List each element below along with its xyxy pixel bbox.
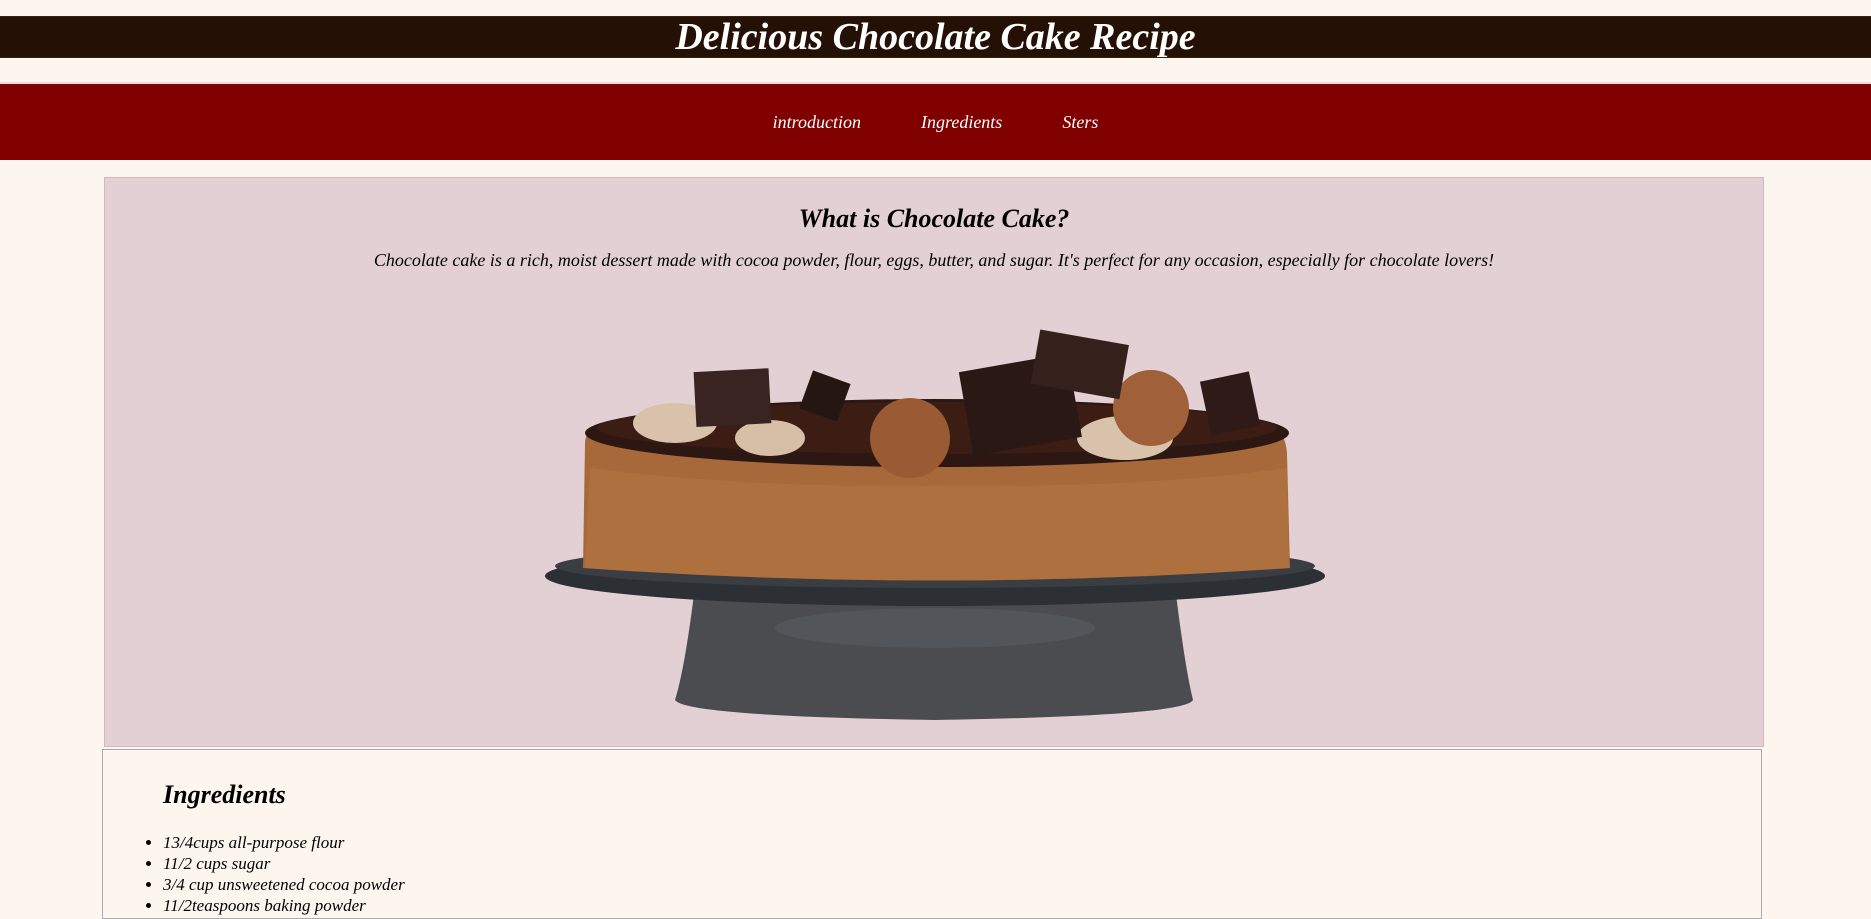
- truffle-center: [870, 398, 950, 478]
- nav-link-steps[interactable]: Sters: [1062, 112, 1098, 133]
- main-nav: introduction Ingredients Sters: [0, 82, 1871, 160]
- ingredients-section: Ingredients 13/4cups all-purpose flour 1…: [102, 749, 1762, 919]
- list-item: 11/2teaspoons baking powder: [163, 895, 405, 916]
- nav-link-introduction[interactable]: introduction: [773, 112, 861, 133]
- intro-text: Chocolate cake is a rich, moist dessert …: [373, 250, 1495, 270]
- ingredients-list: 13/4cups all-purpose flour 11/2 cups sug…: [163, 832, 405, 916]
- intro-section: What is Chocolate Cake? Chocolate cake i…: [104, 177, 1764, 747]
- list-item: 11/2 cups sugar: [163, 853, 405, 874]
- ingredients-heading: Ingredients: [163, 780, 286, 809]
- list-item: 3/4 cup unsweetened cocoa powder: [163, 874, 405, 895]
- chocolate-cake-image: [545, 329, 1325, 720]
- intro-heading: What is Chocolate Cake?: [798, 204, 1070, 233]
- cake-stand-base-highlight: [775, 608, 1095, 648]
- title-banner: Delicious Chocolate Cake Recipe: [0, 16, 1871, 58]
- chocolate-chunk-left: [693, 368, 772, 428]
- nav-link-ingredients[interactable]: Ingredients: [921, 112, 1002, 133]
- list-item: 13/4cups all-purpose flour: [163, 832, 405, 853]
- cream-swirl-left-center: [735, 420, 805, 456]
- page-title: Delicious Chocolate Cake Recipe: [675, 16, 1196, 58]
- truffle-right: [1113, 370, 1189, 446]
- cake-stand-base: [675, 586, 1193, 720]
